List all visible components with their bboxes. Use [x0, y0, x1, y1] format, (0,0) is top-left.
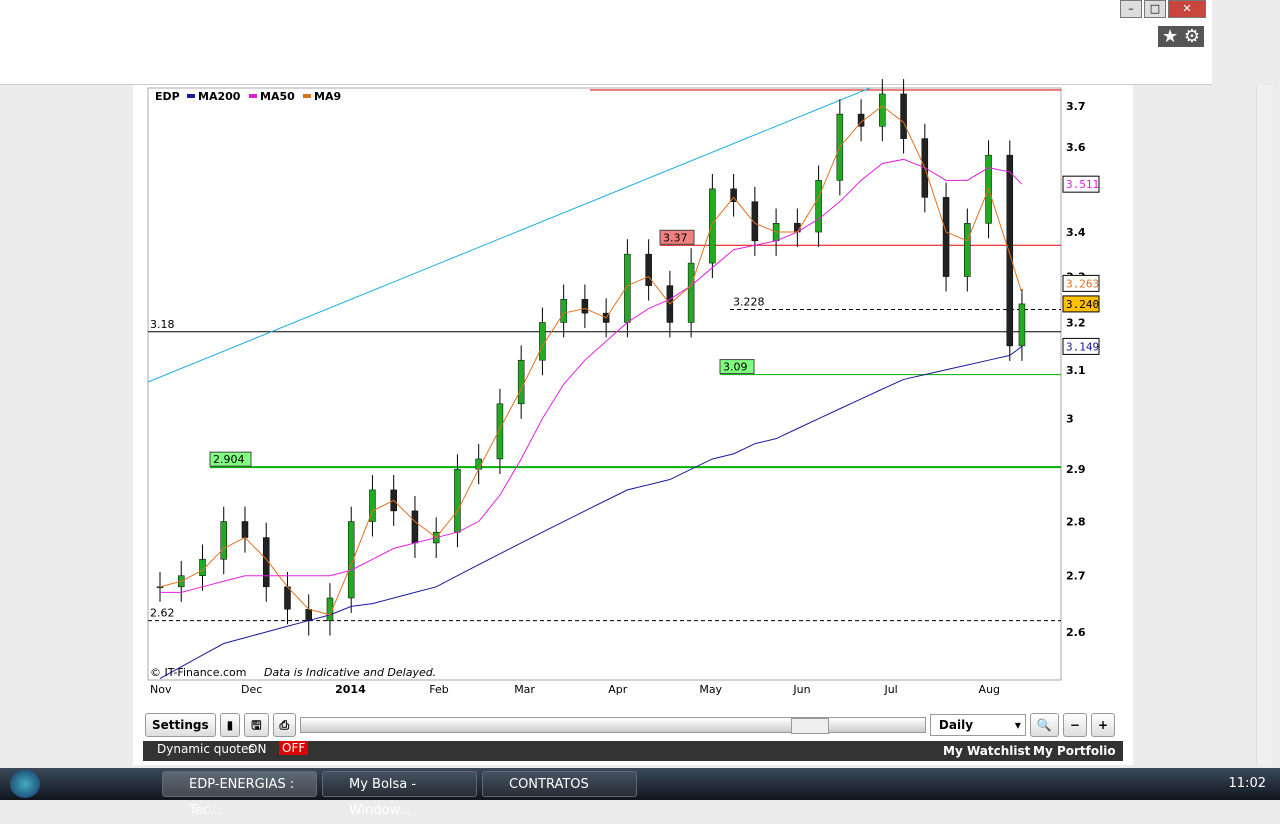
candle-body: [1006, 154, 1014, 347]
value-tag-text-ma9: 3.263: [1066, 277, 1099, 290]
y-tick-label: 3.4: [1066, 226, 1086, 239]
x-tick-label: Jul: [883, 683, 897, 696]
start-button[interactable]: [10, 770, 40, 798]
level-label: 2.904: [213, 453, 245, 466]
y-tick-label: 3.6: [1066, 141, 1086, 154]
time-scrollbar[interactable]: [300, 717, 926, 734]
zoom-fit-button[interactable]: 🔍: [1029, 713, 1059, 737]
zoom-in-button[interactable]: +: [1090, 713, 1115, 737]
candle-body: [411, 510, 419, 544]
task-mybolsa[interactable]: My Bolsa - Window...: [322, 771, 477, 818]
candle-body: [305, 608, 312, 621]
legend-swatch: [187, 94, 195, 98]
candle-body: [241, 521, 249, 538]
task-edp[interactable]: EDP-ENERGIAS : Tec...: [162, 771, 317, 818]
dynamic-on-toggle[interactable]: ON: [248, 742, 266, 756]
interval-value: Daily: [938, 718, 974, 732]
x-tick-label: Apr: [608, 683, 628, 696]
value-tag-text-ma200: 3.149: [1066, 340, 1099, 353]
settings-button[interactable]: Settings: [145, 713, 216, 737]
level-label: 2.62: [150, 607, 175, 620]
candle-body: [475, 458, 482, 470]
candle-body: [645, 253, 652, 286]
dynamic-off-toggle[interactable]: OFF: [279, 741, 309, 755]
vertical-scrollbar[interactable]: [1256, 85, 1273, 765]
candle-body: [964, 223, 971, 277]
disclaimer: Data is Indicative and Delayed.: [264, 666, 436, 679]
zoom-out-button[interactable]: −: [1062, 713, 1087, 737]
price-chart[interactable]: 3.73.63.43.33.23.132.92.82.72.6NovDec201…: [0, 0, 1280, 800]
x-tick-label: Aug: [979, 683, 1000, 696]
candle-body: [581, 299, 589, 314]
chevron-down-icon: ▾: [1014, 718, 1021, 732]
x-tick-label: Nov: [150, 683, 172, 696]
chart-toolbar: Settings ▮ 🖫 ⎙ Daily ▾ 🔍 − +: [145, 712, 1115, 738]
my-portfolio-link[interactable]: My Portfolio: [1033, 744, 1116, 758]
x-tick-label: Feb: [429, 683, 448, 696]
save-button[interactable]: 🖫: [244, 713, 269, 737]
y-tick-label: 3.7: [1066, 100, 1086, 113]
candle-body: [942, 197, 950, 277]
y-tick-label: 2.9: [1066, 463, 1086, 476]
legend-swatch: [303, 94, 311, 98]
candle-body: [496, 403, 504, 460]
x-tick-label: Mar: [514, 683, 535, 696]
clock: 11:02: [1228, 776, 1266, 791]
legend-item: MA50: [260, 90, 295, 103]
level-label: 3.37: [663, 231, 688, 244]
value-tag-text-ma50: 3.511: [1066, 178, 1099, 191]
y-tick-label: 3.1: [1066, 364, 1086, 377]
y-tick-label: 3: [1066, 413, 1074, 426]
scroll-thumb[interactable]: [791, 718, 830, 734]
candle-body: [454, 468, 461, 533]
taskbar: EDP-ENERGIAS : Tec... My Bolsa - Window.…: [0, 768, 1280, 818]
chart-type-button[interactable]: ▮: [219, 713, 241, 737]
candle-body: [220, 521, 227, 560]
legend-symbol: EDP: [155, 90, 180, 103]
y-tick-label: 2.6: [1066, 626, 1086, 639]
candle-body: [1018, 303, 1026, 347]
candle-body: [560, 299, 567, 323]
candle-body: [539, 322, 546, 361]
y-tick-label: 2.7: [1066, 570, 1086, 583]
x-tick-label: Dec: [241, 683, 262, 696]
level-label: 3.228: [733, 295, 765, 308]
y-tick-label: 2.8: [1066, 516, 1086, 529]
candle-body: [879, 93, 886, 127]
candle-body: [156, 586, 164, 589]
print-button[interactable]: ⎙: [272, 713, 297, 737]
interval-select[interactable]: Daily ▾: [929, 714, 1026, 736]
x-tick-label: May: [699, 683, 722, 696]
candle-body: [709, 188, 716, 264]
candle-body: [517, 359, 525, 405]
legend-item: MA9: [314, 90, 341, 103]
dynamic-quotes-label: Dynamic quotes: [157, 742, 255, 756]
copyright: © IT-Finance.com: [150, 666, 247, 679]
x-tick-label: Jun: [792, 683, 810, 696]
candle-body: [900, 93, 907, 139]
legend-item: MA200: [198, 90, 241, 103]
x-tick-label: 2014: [335, 683, 366, 696]
legend-swatch: [249, 94, 257, 98]
value-tag-text-last: 3.240: [1066, 298, 1099, 311]
candle-body: [687, 262, 695, 323]
task-contratos[interactable]: CONTRATOS: [482, 771, 637, 797]
status-bar: Dynamic quotes ON OFF My Watchlist My Po…: [143, 741, 1123, 761]
my-watchlist-link[interactable]: My Watchlist: [943, 744, 1030, 758]
candle-body: [815, 180, 822, 233]
level-label: 3.09: [723, 361, 748, 374]
y-tick-label: 3.2: [1066, 316, 1086, 329]
level-label: 3.18: [150, 318, 175, 331]
candle-body: [284, 586, 291, 610]
